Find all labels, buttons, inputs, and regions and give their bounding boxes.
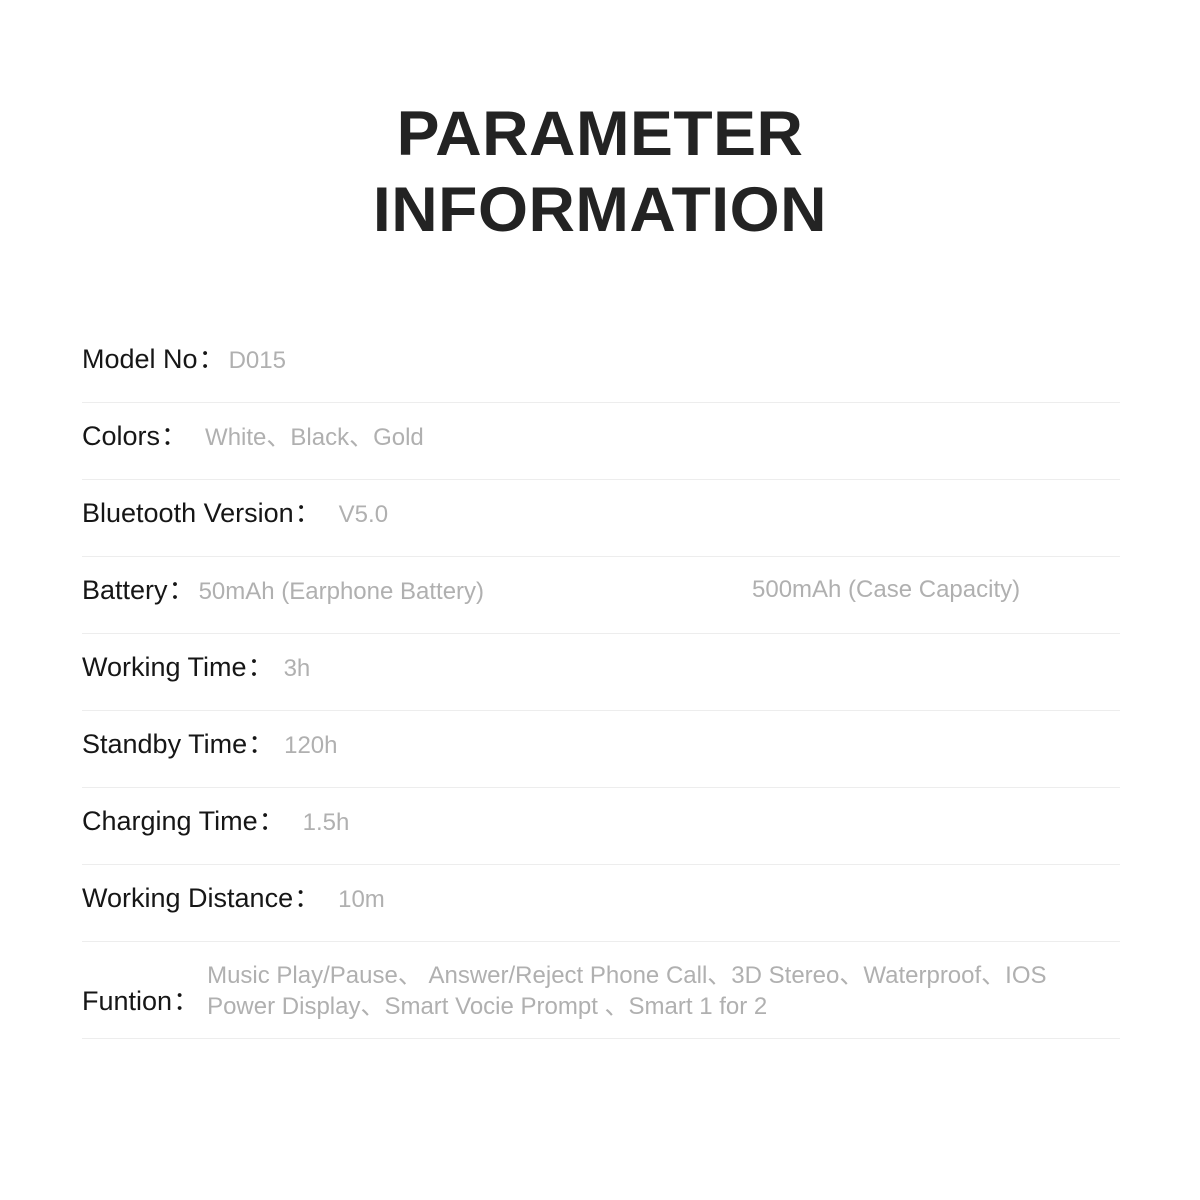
spec-value-bluetooth-version: V5.0 bbox=[338, 501, 389, 528]
spec-value-model-no: D015 bbox=[228, 347, 286, 374]
spec-value-funtion-line-2: Power Display、Smart Vocie Prompt 、Smart … bbox=[207, 993, 768, 1020]
spec-label-colors: Colors： bbox=[82, 417, 187, 455]
label-colon: ： bbox=[248, 729, 275, 759]
spec-value-funtion: Music Play/Pause、 Answer/Reject Phone Ca… bbox=[207, 960, 1046, 1022]
spec-label-text: Bluetooth Version bbox=[82, 498, 294, 528]
spec-label-working-distance: Working Distance： bbox=[82, 879, 320, 917]
spec-row-standby-time: Standby Time： 120h bbox=[82, 711, 1120, 788]
spec-label-text: Colors bbox=[82, 421, 161, 451]
spec-row-model-no: Model No： D015 bbox=[82, 326, 1120, 403]
parameter-information-page: PARAMETER INFORMATION Model No： D015 Col… bbox=[0, 0, 1200, 1200]
spec-row-bluetooth-version: Bluetooth Version： V5.0 bbox=[82, 480, 1120, 557]
spec-label-bluetooth-version: Bluetooth Version： bbox=[82, 494, 321, 532]
spec-label-funtion: Funtion： bbox=[82, 960, 199, 1020]
spec-value-funtion-line-1: Music Play/Pause、 Answer/Reject Phone Ca… bbox=[207, 962, 1047, 989]
spec-label-charging-time: Charging Time： bbox=[82, 802, 285, 840]
label-colon: ： bbox=[294, 498, 321, 528]
spec-row-working-distance: Working Distance： 10m bbox=[82, 865, 1120, 942]
page-title: PARAMETER INFORMATION bbox=[0, 96, 1200, 248]
spec-label-text: Funtion bbox=[82, 986, 173, 1016]
label-colon: ： bbox=[173, 986, 200, 1016]
spec-label-text: Standby Time bbox=[82, 729, 248, 759]
spec-label-standby-time: Standby Time： bbox=[82, 725, 274, 763]
spec-label-model-no: Model No： bbox=[82, 340, 225, 378]
specification-table: Model No： D015 Colors： White、Black、Gold … bbox=[82, 326, 1120, 1039]
spec-value-battery-case: 500mAh (Case Capacity) bbox=[752, 576, 1021, 603]
spec-row-funtion: Funtion： Music Play/Pause、 Answer/Reject… bbox=[82, 942, 1120, 1039]
spec-value-battery-earphone: 50mAh (Earphone Battery) bbox=[198, 578, 485, 605]
spec-row-battery: Battery： 50mAh (Earphone Battery) 500mAh… bbox=[82, 557, 1120, 634]
spec-value-working-time: 3h bbox=[283, 655, 311, 682]
spec-label-battery: Battery： bbox=[82, 571, 195, 609]
spec-label-working-time: Working Time： bbox=[82, 648, 274, 686]
spec-label-text: Battery bbox=[82, 575, 168, 605]
spec-row-charging-time: Charging Time： 1.5h bbox=[82, 788, 1120, 865]
label-colon: ： bbox=[294, 883, 321, 913]
spec-value-charging-time: 1.5h bbox=[302, 809, 350, 836]
label-colon: ： bbox=[168, 575, 195, 605]
page-title-line-1: PARAMETER bbox=[396, 99, 804, 169]
spec-label-text: Working Distance bbox=[82, 883, 294, 913]
spec-value-working-distance: 10m bbox=[338, 886, 385, 913]
spec-value-standby-time: 120h bbox=[284, 732, 338, 759]
spec-row-colors: Colors： White、Black、Gold bbox=[82, 403, 1120, 480]
spec-label-text: Charging Time bbox=[82, 806, 258, 836]
spec-row-working-time: Working Time： 3h bbox=[82, 634, 1120, 711]
label-colon: ： bbox=[198, 344, 225, 374]
label-colon: ： bbox=[247, 652, 274, 682]
spec-label-text: Model No bbox=[82, 344, 198, 374]
label-colon: ： bbox=[161, 421, 188, 451]
page-title-line-2: INFORMATION bbox=[372, 175, 828, 245]
label-colon: ： bbox=[258, 806, 285, 836]
spec-label-text: Working Time bbox=[82, 652, 247, 682]
spec-value-colors: White、Black、Gold bbox=[205, 424, 424, 451]
